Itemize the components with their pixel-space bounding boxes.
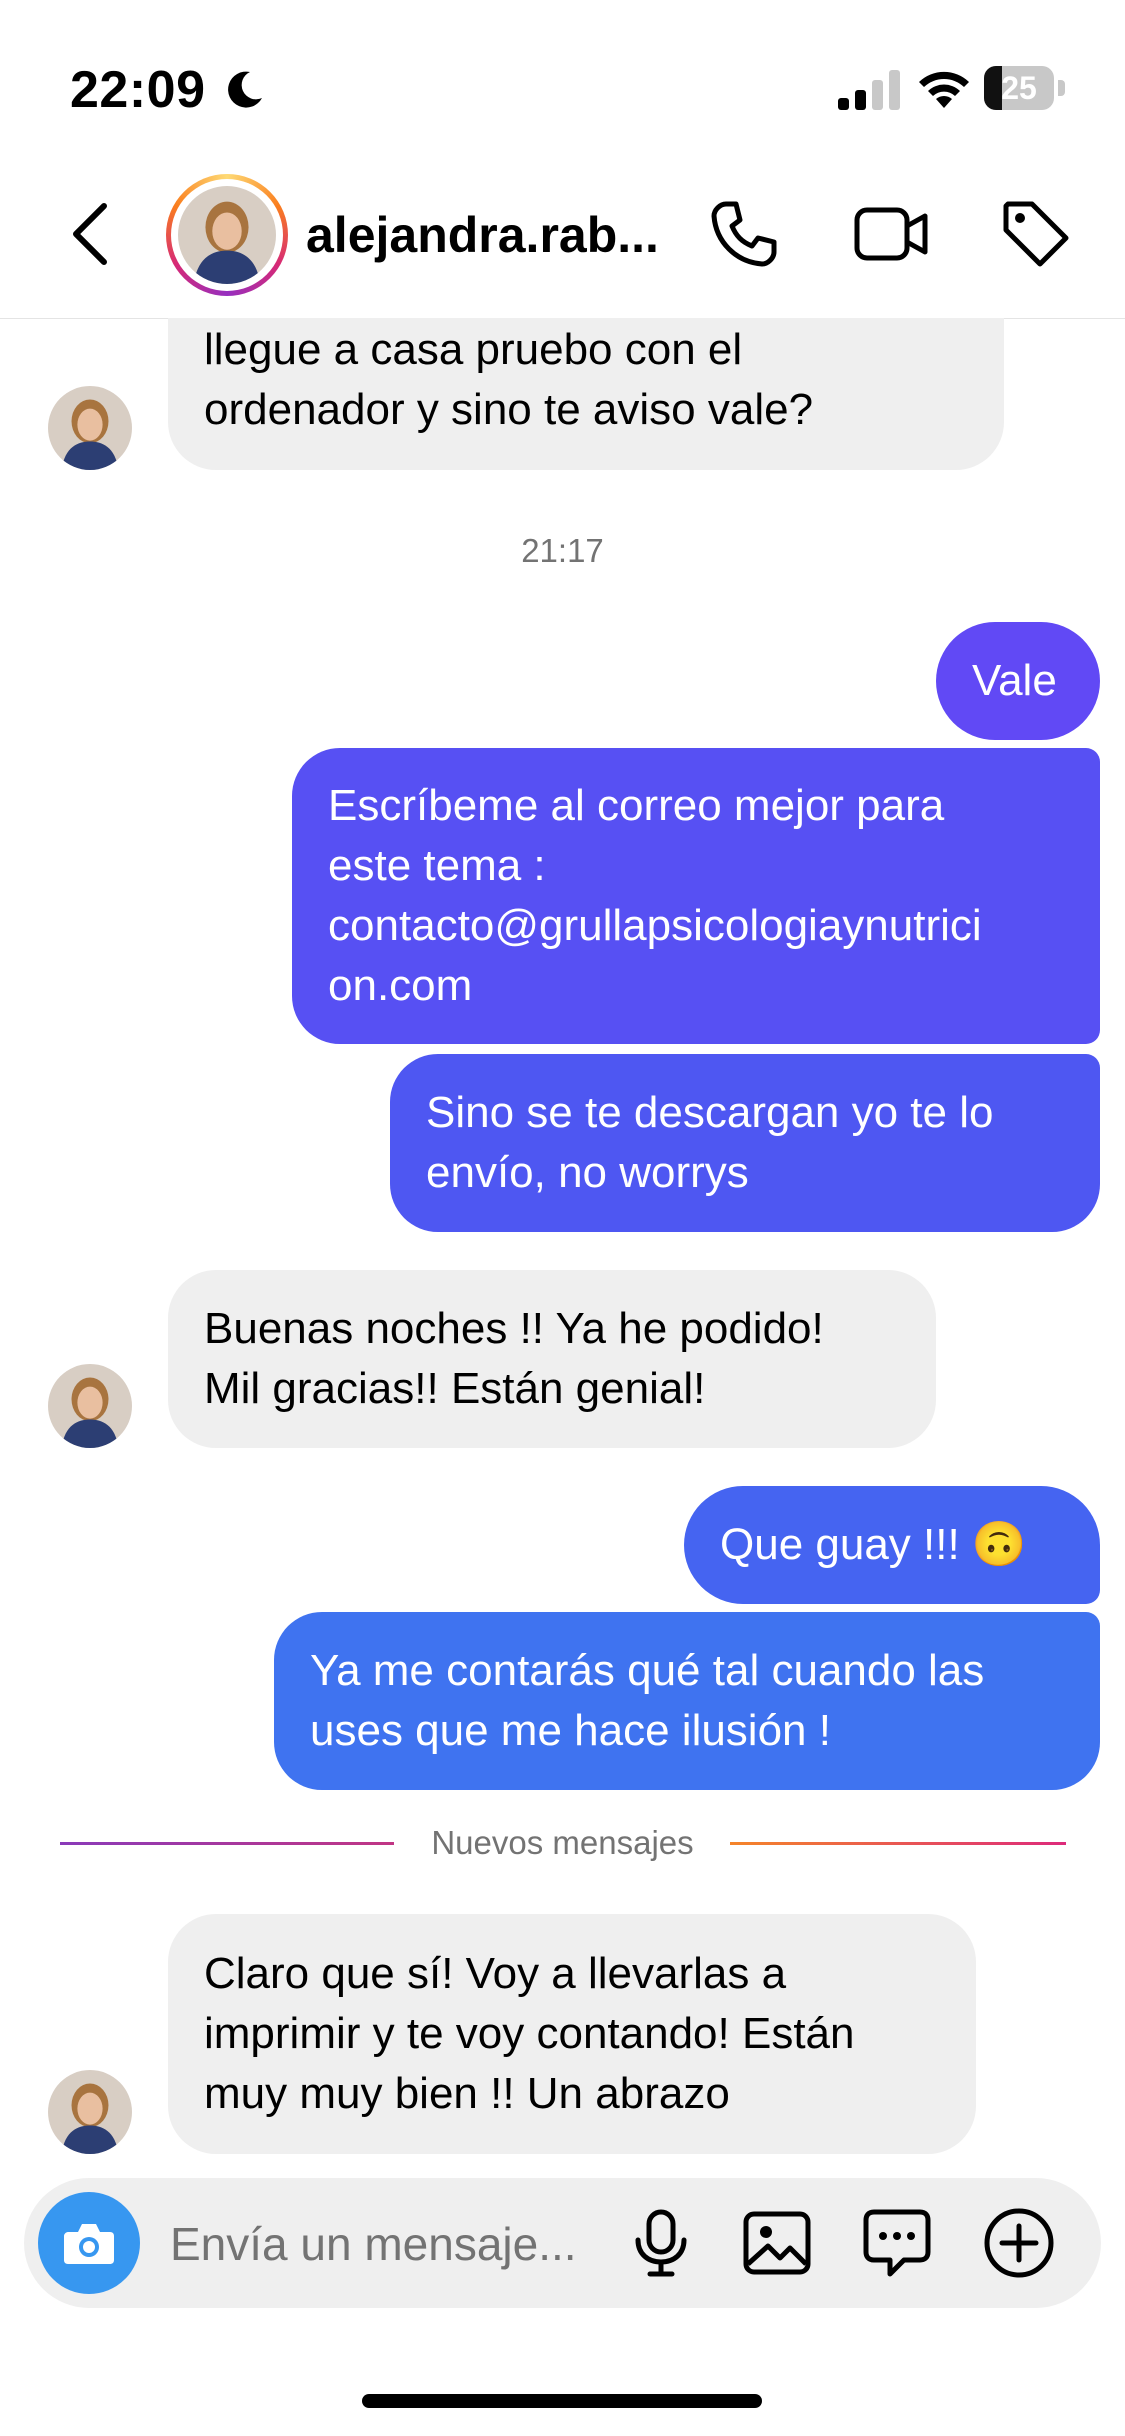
- message-text: Ya me contarás qué tal cuando las uses q…: [310, 1646, 985, 1755]
- message-text: llegue a casa pruebo con el ordenador y …: [204, 325, 814, 434]
- message-composer: [24, 2178, 1101, 2308]
- microphone-icon[interactable]: [622, 2204, 700, 2282]
- tag-icon[interactable]: [998, 196, 1074, 272]
- camera-button[interactable]: [38, 2192, 140, 2294]
- message-bubble-outgoing[interactable]: Escríbeme al correo mejor para este tema…: [292, 748, 1100, 1044]
- message-text: Vale: [972, 656, 1057, 705]
- message-bubble-incoming[interactable]: Buenas noches !! Ya he podido! Mil graci…: [168, 1270, 936, 1448]
- wifi-icon: [919, 71, 969, 108]
- sticker-chat-icon[interactable]: [858, 2204, 936, 2282]
- profile-avatar-story-ring[interactable]: [166, 174, 288, 296]
- divider-line-right: [730, 1842, 1066, 1845]
- message-bubble-outgoing[interactable]: Sino se te descargan yo te lo envío, no …: [390, 1054, 1100, 1232]
- camera-icon: [64, 2224, 114, 2264]
- message-text: Que guay !!! 🙃: [720, 1520, 1027, 1569]
- plus-circle-icon[interactable]: [980, 2204, 1058, 2282]
- message-bubble-incoming[interactable]: Claro que sí! Voy a llevarlas a imprimir…: [168, 1914, 976, 2154]
- message-bubble-outgoing[interactable]: Ya me contarás qué tal cuando las uses q…: [274, 1612, 1100, 1790]
- message-bubble-outgoing[interactable]: Que guay !!! 🙃: [684, 1486, 1100, 1604]
- message-text: Buenas noches !! Ya he podido! Mil graci…: [204, 1304, 824, 1413]
- sender-avatar[interactable]: [48, 1364, 132, 1448]
- video-camera-icon[interactable]: [853, 196, 929, 272]
- message-thread[interactable]: llegue a casa pruebo con el ordenador y …: [0, 318, 1125, 2178]
- chevron-left-icon[interactable]: [62, 198, 122, 270]
- cellular-signal-icon: [838, 70, 900, 110]
- message-bubble-outgoing[interactable]: Vale: [936, 622, 1100, 740]
- battery-tip: [1058, 80, 1065, 96]
- message-timestamp: 21:17: [521, 532, 604, 569]
- message-text: Escríbeme al correo mejor para este tema…: [328, 781, 982, 1010]
- conversation-header: alejandra.rab...: [0, 150, 1125, 319]
- battery-indicator: 25: [984, 66, 1066, 110]
- conversation-username[interactable]: alejandra.rab...: [306, 206, 659, 264]
- home-indicator[interactable]: [362, 2394, 762, 2408]
- sender-avatar[interactable]: [48, 2070, 132, 2154]
- message-text: Sino se te descargan yo te lo envío, no …: [426, 1088, 994, 1197]
- battery-percent: 25: [1001, 70, 1037, 106]
- message-text: Claro que sí! Voy a llevarlas a imprimir…: [204, 1949, 855, 2118]
- phone-icon[interactable]: [706, 196, 782, 272]
- sender-avatar[interactable]: [48, 386, 132, 470]
- image-icon[interactable]: [738, 2204, 816, 2282]
- message-bubble-incoming[interactable]: llegue a casa pruebo con el ordenador y …: [168, 318, 1004, 470]
- avatar: [178, 186, 276, 284]
- status-bar: 22:09 25: [0, 0, 1125, 150]
- moon-icon: [228, 71, 262, 108]
- status-time: 22:09: [70, 61, 206, 119]
- battery-body: 25: [984, 66, 1054, 110]
- message-input[interactable]: [170, 2214, 610, 2274]
